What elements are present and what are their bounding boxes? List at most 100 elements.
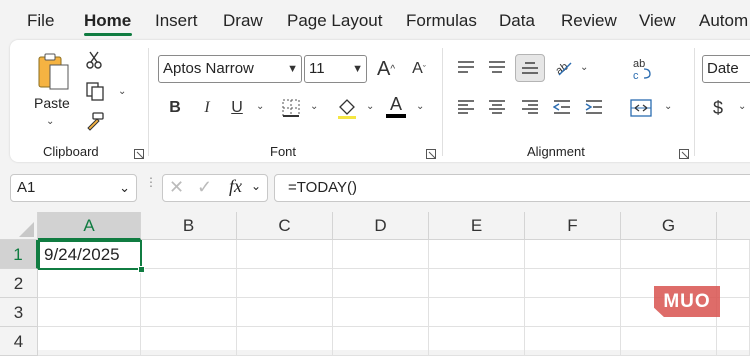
increase-font-size-icon[interactable]: A ^ [372, 55, 400, 83]
column-header-f[interactable]: F [525, 212, 621, 240]
fill-color-icon[interactable] [335, 96, 359, 120]
font-color-chevron-down-icon[interactable]: ⌄ [416, 101, 424, 112]
grid-cell[interactable] [429, 327, 525, 356]
tab-file[interactable]: File [27, 11, 54, 31]
align-left-icon[interactable] [454, 96, 478, 118]
bold-icon[interactable]: B [164, 96, 186, 120]
align-right-icon[interactable] [518, 96, 542, 118]
row-header-3[interactable]: 3 [0, 298, 38, 327]
cell-a1[interactable]: 9/24/2025 [38, 240, 142, 270]
number-format-select[interactable]: Date [702, 55, 750, 83]
grid-cell[interactable] [525, 298, 621, 327]
cut-icon[interactable] [84, 50, 104, 70]
grid-cell[interactable] [141, 269, 237, 298]
grid-cell[interactable] [38, 327, 141, 356]
name-box[interactable]: A1 ⌄ [10, 174, 137, 202]
select-all-corner[interactable] [0, 212, 38, 240]
grid-cell[interactable] [429, 298, 525, 327]
tab-insert[interactable]: Insert [155, 11, 198, 31]
align-center-icon[interactable] [485, 96, 509, 118]
grid-cell[interactable] [237, 240, 333, 269]
tab-formulas[interactable]: Formulas [406, 11, 477, 31]
row-header-4[interactable]: 4 [0, 327, 38, 356]
grid-cell[interactable] [621, 327, 717, 356]
bottom-align-icon[interactable] [515, 54, 545, 82]
grid-cell[interactable] [141, 298, 237, 327]
clipboard-launcher-icon[interactable] [134, 146, 144, 159]
grid-cell[interactable] [333, 298, 429, 327]
underline-icon[interactable]: U [226, 96, 248, 120]
tab-view[interactable]: View [639, 11, 676, 31]
grid-cell[interactable] [621, 240, 717, 269]
grid-cell[interactable] [429, 269, 525, 298]
enter-icon[interactable]: ✓ [197, 177, 212, 198]
wrap-text-icon[interactable]: ab c [628, 56, 654, 82]
column-header-a[interactable]: A [38, 212, 141, 240]
copy-icon[interactable] [84, 80, 106, 102]
grid-cell[interactable] [333, 240, 429, 269]
tab-home[interactable]: Home [84, 11, 131, 31]
tab-data[interactable]: Data [499, 11, 535, 31]
paste-chevron-down-icon[interactable]: ⌄ [46, 116, 54, 127]
font-launcher-icon[interactable] [426, 146, 436, 159]
column-header-e[interactable]: E [429, 212, 525, 240]
decrease-indent-icon[interactable] [550, 96, 574, 118]
grid-cell[interactable] [38, 269, 141, 298]
tab-draw[interactable]: Draw [223, 11, 263, 31]
tab-page-layout[interactable]: Page Layout [287, 11, 382, 31]
row-header-2[interactable]: 2 [0, 269, 38, 298]
orientation-icon[interactable]: ab [551, 55, 575, 79]
grid-cell[interactable] [525, 269, 621, 298]
column-header-partial[interactable] [717, 212, 750, 240]
grid-cell[interactable] [38, 298, 141, 327]
grid-cell[interactable] [237, 298, 333, 327]
merge-chevron-down-icon[interactable]: ⌄ [664, 101, 672, 112]
tab-automate[interactable]: Autom [699, 11, 748, 31]
increase-indent-icon[interactable] [582, 96, 606, 118]
column-header-c[interactable]: C [237, 212, 333, 240]
grid-cell[interactable] [141, 327, 237, 356]
middle-align-icon[interactable] [485, 56, 509, 78]
grid-cell[interactable] [141, 240, 237, 269]
chevron-down-icon[interactable]: ⌄ [251, 179, 261, 193]
cancel-icon[interactable]: ✕ [169, 177, 184, 198]
paste-icon[interactable] [34, 50, 74, 92]
alignment-launcher-icon[interactable] [679, 146, 689, 159]
format-painter-icon[interactable] [84, 110, 106, 132]
font-color-icon[interactable]: A [384, 94, 408, 120]
grid-cell[interactable] [237, 269, 333, 298]
borders-chevron-down-icon[interactable]: ⌄ [310, 101, 318, 112]
orientation-chevron-down-icon[interactable]: ⌄ [580, 62, 588, 73]
currency-format-icon[interactable]: $ [708, 96, 728, 120]
grid-cell[interactable] [717, 240, 750, 269]
grid-cell[interactable] [525, 327, 621, 356]
grid-cell[interactable] [717, 327, 750, 356]
column-header-g[interactable]: G [621, 212, 717, 240]
fill-handle[interactable] [138, 266, 145, 273]
tab-review[interactable]: Review [561, 11, 617, 31]
grid-cell[interactable] [333, 327, 429, 356]
formula-bar-grip-icon[interactable]: ⋮ [145, 176, 157, 196]
row-header-1[interactable]: 1 [0, 240, 38, 269]
underline-chevron-down-icon[interactable]: ⌄ [256, 101, 264, 112]
merge-center-icon[interactable] [628, 96, 654, 120]
copy-chevron-down-icon[interactable]: ⌄ [118, 86, 126, 97]
paste-label[interactable]: Paste [34, 95, 70, 111]
column-header-d[interactable]: D [333, 212, 429, 240]
grid-cell[interactable] [429, 240, 525, 269]
grid-cell[interactable] [717, 298, 750, 327]
font-name-select[interactable]: Aptos Narrow ▼ [158, 55, 302, 83]
formula-input[interactable]: =TODAY() [274, 174, 750, 202]
grid-cell[interactable] [237, 327, 333, 356]
grid-cell[interactable] [333, 269, 429, 298]
decrease-font-size-icon[interactable]: Aˇ [405, 55, 433, 83]
top-align-icon[interactable] [454, 56, 478, 78]
italic-icon[interactable]: I [196, 96, 218, 120]
grid-cell[interactable] [717, 269, 750, 298]
insert-function-icon[interactable]: fx [229, 176, 242, 197]
borders-icon[interactable] [280, 97, 302, 119]
font-size-select[interactable]: 11 ▼ [304, 55, 367, 83]
column-header-b[interactable]: B [141, 212, 237, 240]
fill-color-chevron-down-icon[interactable]: ⌄ [366, 101, 374, 112]
grid-cell[interactable] [525, 240, 621, 269]
